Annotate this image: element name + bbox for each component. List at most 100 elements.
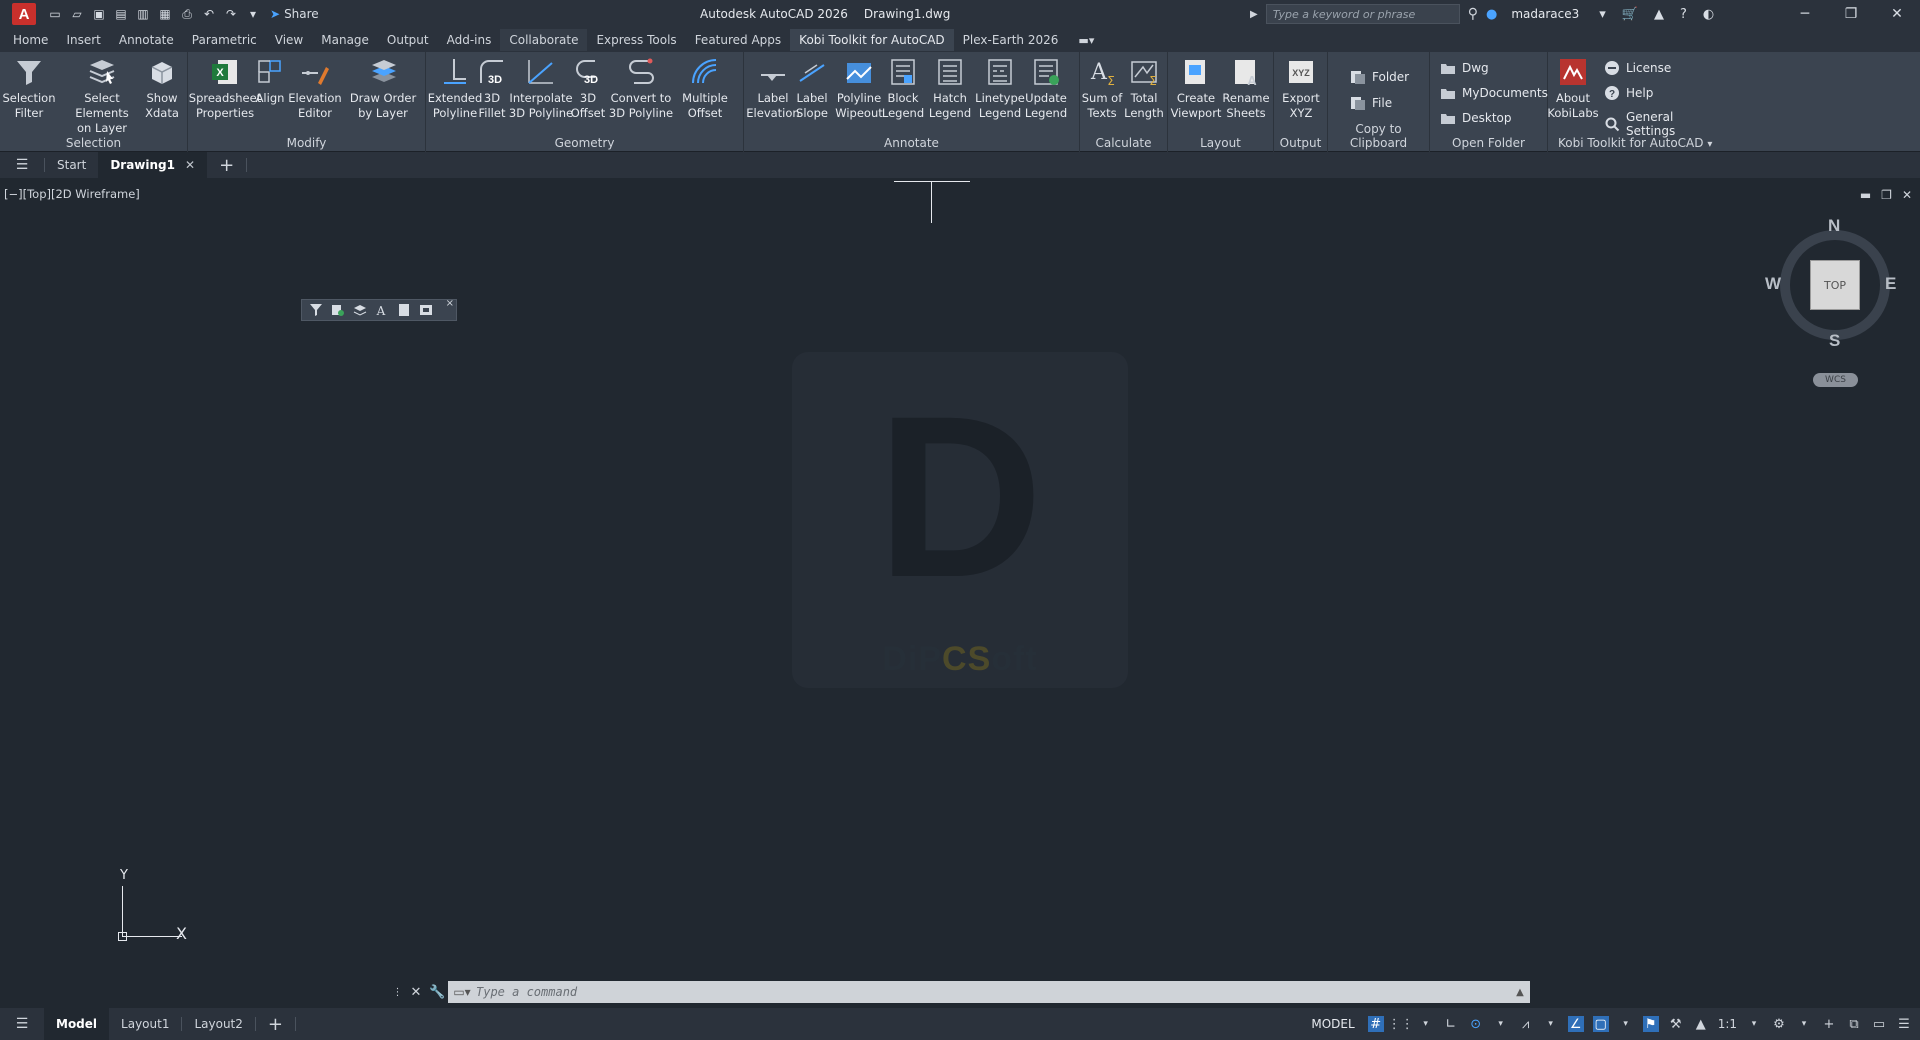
selection-filter-button[interactable]: Selection Filter [0, 56, 58, 121]
chevron-down-icon[interactable]: ▾ [1418, 1016, 1434, 1032]
compass-south[interactable]: S [1829, 331, 1840, 351]
tab-kobi-toolkit[interactable]: Kobi Toolkit for AutoCAD [790, 29, 954, 51]
search-input[interactable] [1265, 4, 1460, 24]
app-menu-button[interactable]: A [12, 3, 36, 25]
general-settings-button[interactable]: General Settings [1604, 110, 1720, 138]
customize-menu-icon[interactable]: ☰ [1896, 1016, 1912, 1032]
copy-folder-button[interactable]: Folder [1350, 69, 1409, 85]
document-icon[interactable] [396, 302, 412, 318]
add-icon[interactable]: + [1821, 1016, 1837, 1032]
annotation-scale-icon[interactable]: ▲ [1693, 1016, 1709, 1032]
new-icon[interactable]: ▭ [48, 7, 62, 21]
tab-parametric[interactable]: Parametric [183, 29, 266, 51]
elevation-editor-button[interactable]: Elevation Editor [286, 56, 344, 121]
search-expand-icon[interactable]: ▶ [1250, 9, 1258, 20]
publish-icon[interactable]: ▦ [158, 7, 172, 21]
open-icon[interactable]: ▱ [70, 7, 84, 21]
user-icon[interactable]: ● [1486, 7, 1497, 22]
help-icon[interactable]: ? [1680, 7, 1687, 22]
viewport-close-icon[interactable]: ✕ [1902, 188, 1912, 202]
object-snap-tracking-icon[interactable]: ∠ [1567, 1016, 1584, 1032]
feedback-icon[interactable]: ◐ [1703, 7, 1714, 22]
3d-offset-button[interactable]: 3D 3D Offset [568, 56, 608, 121]
command-input[interactable] [476, 982, 1510, 1002]
chevron-down-icon[interactable]: ▾ [1746, 1016, 1762, 1032]
viewport-controls-label[interactable]: [−][Top][2D Wireframe] [4, 187, 140, 201]
tab-plex-earth[interactable]: Plex-Earth 2026 [954, 29, 1068, 51]
tab-annotate[interactable]: Annotate [110, 29, 183, 51]
tab-drawing1[interactable]: Drawing1 ✕ [98, 152, 208, 178]
viewcube-top-face[interactable]: TOP [1810, 260, 1860, 310]
add-selection-icon[interactable] [330, 302, 346, 318]
user-name[interactable]: madarace3 [1511, 7, 1579, 21]
redo-icon[interactable]: ↷ [224, 7, 238, 21]
hatch-legend-button[interactable]: Hatch Legend [926, 56, 974, 121]
license-button[interactable]: License [1604, 60, 1671, 76]
viewport-minimize-icon[interactable]: ▬ [1860, 188, 1871, 202]
tab-express-tools[interactable]: Express Tools [587, 29, 685, 51]
minimize-icon[interactable]: ─ [1782, 0, 1828, 28]
export-icon[interactable] [418, 302, 434, 318]
convert-3d-polyline-button[interactable]: Convert to 3D Polyline [606, 56, 676, 121]
group-kobi-toolkit-label[interactable]: Kobi Toolkit for AutoCAD ▾ [1548, 136, 1720, 150]
update-legend-button[interactable]: Update Legend [1020, 56, 1072, 121]
isodraft-icon[interactable]: ⩘ [1518, 1016, 1534, 1032]
close-tab-icon[interactable]: ✕ [185, 152, 195, 178]
polyline-wipeout-button[interactable]: Polyline Wipeout [833, 56, 885, 121]
export-xyz-button[interactable]: XYZ Export XYZ [1274, 56, 1328, 121]
tab-add-ins[interactable]: Add-ins [438, 29, 501, 51]
annotation-scale-value[interactable]: 1:1 [1718, 1017, 1737, 1031]
rename-sheets-button[interactable]: A Rename Sheets [1220, 56, 1272, 121]
object-snap-icon[interactable]: ▢ [1592, 1016, 1609, 1032]
sum-texts-button[interactable]: AΣ Sum of Texts [1080, 56, 1124, 121]
label-slope-button[interactable]: Label Slope [789, 56, 835, 121]
close-icon[interactable]: ✕ [1874, 0, 1920, 28]
tab-featured-apps[interactable]: Featured Apps [686, 29, 790, 51]
close-icon[interactable]: × [446, 298, 454, 309]
customize-qa-icon[interactable]: ▾ [246, 7, 260, 21]
customize-wrench-icon[interactable]: 🔧 [429, 985, 445, 1000]
new-layout-icon[interactable]: + [256, 1014, 295, 1035]
snap-icon[interactable]: ⋮⋮ [1388, 1016, 1414, 1032]
save-icon[interactable]: ▣ [92, 7, 106, 21]
tab-layout2[interactable]: Layout2 [182, 1008, 254, 1040]
total-length-button[interactable]: Σ Total Length [1122, 56, 1166, 121]
open-desktop-button[interactable]: Desktop [1440, 110, 1512, 126]
compass-west[interactable]: W [1765, 274, 1781, 294]
tab-manage[interactable]: Manage [312, 29, 378, 51]
isolate-objects-icon[interactable]: ⧉ [1846, 1016, 1862, 1032]
ortho-icon[interactable]: ∟ [1443, 1016, 1459, 1032]
select-on-layer-button[interactable]: Select Elements on Layer [60, 56, 144, 136]
print-icon[interactable]: ⎙ [180, 7, 194, 21]
search-icon[interactable]: ⚲ [1468, 6, 1478, 22]
align-button[interactable]: Align [252, 56, 288, 106]
model-space-toggle[interactable]: MODEL [1311, 1017, 1354, 1031]
tab-insert[interactable]: Insert [57, 29, 109, 51]
close-icon[interactable]: ✕ [410, 985, 421, 1000]
tab-start[interactable]: Start [45, 152, 98, 178]
compass-east[interactable]: E [1885, 274, 1896, 294]
spreadsheet-properties-button[interactable]: X Spreadsheet Properties [189, 56, 261, 121]
new-tab-icon[interactable]: + [207, 155, 246, 176]
block-legend-button[interactable]: Block Legend [879, 56, 927, 121]
text-edit-icon[interactable]: A [374, 302, 390, 318]
copy-file-button[interactable]: File [1350, 95, 1392, 111]
open-dwg-folder-button[interactable]: Dwg [1440, 60, 1489, 76]
command-history-icon[interactable]: ▭▾ [448, 985, 476, 999]
file-tabs-menu-icon[interactable]: ☰ [0, 157, 44, 173]
undo-icon[interactable]: ↶ [202, 7, 216, 21]
ribbon-options-icon[interactable]: ▬▾ [1075, 33, 1097, 47]
chevron-down-icon[interactable]: ▾ [1796, 1016, 1812, 1032]
select-layer-icon[interactable] [352, 302, 368, 318]
fullscreen-icon[interactable]: ▭ [1871, 1016, 1887, 1032]
chevron-down-icon[interactable]: ▾ [1599, 7, 1606, 22]
chevron-down-icon[interactable]: ▾ [1618, 1016, 1634, 1032]
cart-icon[interactable]: 🛒 [1622, 7, 1638, 22]
save-web-icon[interactable]: ▥ [136, 7, 150, 21]
viewcube[interactable]: TOP N S E W [1765, 216, 1900, 351]
gear-icon[interactable]: ⚙ [1771, 1016, 1787, 1032]
grip-icon[interactable]: ⋮ [392, 987, 402, 998]
tab-collaborate[interactable]: Collaborate [500, 29, 588, 51]
multiple-offset-button[interactable]: Multiple Offset [676, 56, 734, 121]
chevron-down-icon[interactable]: ▾ [1543, 1016, 1559, 1032]
